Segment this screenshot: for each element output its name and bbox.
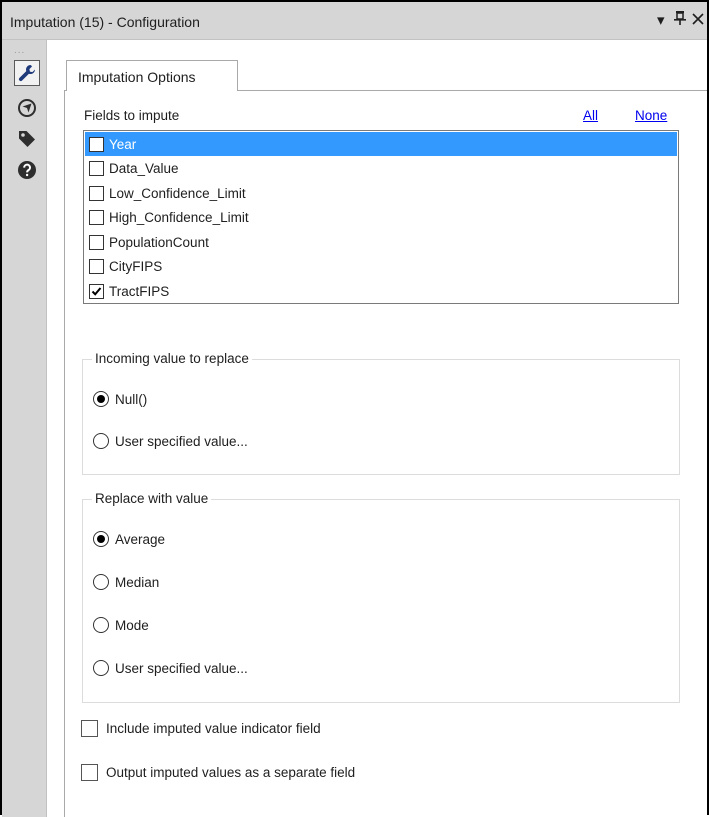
field-label: PopulationCount bbox=[109, 234, 209, 250]
annotation-button[interactable] bbox=[14, 126, 40, 152]
sidebar-grip: ... bbox=[14, 45, 26, 56]
field-label: TractFIPS bbox=[109, 283, 170, 299]
radio-button[interactable] bbox=[93, 660, 109, 676]
radio-option[interactable]: Median bbox=[93, 574, 159, 590]
field-checkbox[interactable] bbox=[89, 259, 104, 274]
configuration-button[interactable] bbox=[14, 60, 40, 86]
title-bar: Imputation (15) - Configuration ▾ bbox=[2, 2, 707, 40]
select-all-link[interactable]: All bbox=[583, 108, 598, 123]
checkmark-icon bbox=[91, 286, 102, 296]
field-label: Low_Confidence_Limit bbox=[109, 185, 246, 201]
field-row[interactable]: CityFIPS bbox=[85, 255, 677, 279]
radio-button[interactable] bbox=[93, 531, 109, 547]
output-navigation-button[interactable] bbox=[14, 95, 40, 121]
radio-label: User specified value... bbox=[115, 433, 248, 449]
radio-label: Null() bbox=[115, 391, 148, 407]
separate-field-option[interactable]: Output imputed values as a separate fiel… bbox=[81, 764, 355, 781]
tab-imputation-options[interactable]: Imputation Options bbox=[66, 60, 238, 91]
field-label: CityFIPS bbox=[109, 259, 163, 274]
radio-option[interactable]: User specified value... bbox=[93, 660, 248, 676]
field-label: Year bbox=[109, 136, 137, 152]
radio-label: Mode bbox=[115, 617, 149, 633]
field-row[interactable]: PopulationCount bbox=[85, 230, 677, 254]
radio-option[interactable]: Null() bbox=[93, 391, 147, 407]
field-row[interactable]: Year bbox=[85, 132, 677, 156]
field-checkbox[interactable] bbox=[89, 234, 104, 250]
field-row[interactable]: Data_Value bbox=[85, 157, 677, 181]
output-navigation-icon bbox=[18, 99, 36, 117]
field-checkbox[interactable] bbox=[89, 210, 104, 225]
incoming-value-title: Incoming value to replace bbox=[92, 351, 252, 366]
select-none-link[interactable]: None bbox=[635, 108, 667, 123]
configuration-window: Imputation (15) - Configuration ▾ ... Im… bbox=[0, 0, 709, 817]
include-indicator-option[interactable]: Include imputed value indicator field bbox=[81, 720, 321, 737]
separate-field-checkbox[interactable] bbox=[81, 764, 98, 781]
window-title: Imputation (15) - Configuration bbox=[10, 14, 200, 30]
pin-icon[interactable] bbox=[674, 10, 686, 30]
field-checkbox[interactable] bbox=[89, 185, 104, 201]
radio-option[interactable]: Average bbox=[93, 531, 165, 547]
radio-label: User specified value... bbox=[115, 660, 248, 676]
radio-selected-dot bbox=[97, 535, 105, 543]
field-checkbox[interactable] bbox=[89, 136, 104, 152]
incoming-value-group bbox=[82, 359, 680, 475]
radio-selected-dot bbox=[97, 395, 105, 403]
radio-button[interactable] bbox=[93, 391, 109, 407]
field-checkbox[interactable] bbox=[89, 283, 104, 299]
configuration-wrench-icon bbox=[18, 65, 35, 82]
field-checkbox[interactable] bbox=[89, 161, 104, 176]
radio-label: Median bbox=[115, 574, 160, 590]
window-menu-dropdown-icon[interactable]: ▾ bbox=[657, 11, 665, 29]
fields-to-impute-label: Fields to impute bbox=[84, 108, 180, 123]
fields-list[interactable]: Year Data_Value Low_Confidence_Limit High_C… bbox=[83, 130, 679, 304]
include-indicator-label: Include imputed value indicator field bbox=[106, 721, 321, 736]
separate-field-label: Output imputed values as a separate fiel… bbox=[106, 765, 356, 780]
replace-with-value-title: Replace with value bbox=[92, 491, 212, 506]
sidebar: ... bbox=[2, 40, 47, 817]
help-icon bbox=[18, 161, 36, 179]
radio-option[interactable]: User specified value... bbox=[93, 433, 248, 449]
field-label: Data_Value bbox=[109, 161, 179, 176]
radio-button[interactable] bbox=[93, 617, 109, 633]
include-indicator-checkbox[interactable] bbox=[81, 720, 98, 737]
radio-button[interactable] bbox=[93, 433, 109, 449]
help-button[interactable] bbox=[14, 157, 40, 183]
field-row[interactable]: TractFIPS bbox=[85, 279, 677, 303]
close-icon[interactable] bbox=[692, 12, 704, 29]
field-row[interactable]: Low_Confidence_Limit bbox=[85, 181, 677, 205]
annotation-tag-icon bbox=[19, 131, 35, 147]
radio-button[interactable] bbox=[93, 574, 109, 590]
radio-label: Average bbox=[115, 531, 166, 547]
field-label: High_Confidence_Limit bbox=[109, 210, 249, 225]
radio-option[interactable]: Mode bbox=[93, 617, 149, 633]
field-row[interactable]: High_Confidence_Limit bbox=[85, 206, 677, 230]
